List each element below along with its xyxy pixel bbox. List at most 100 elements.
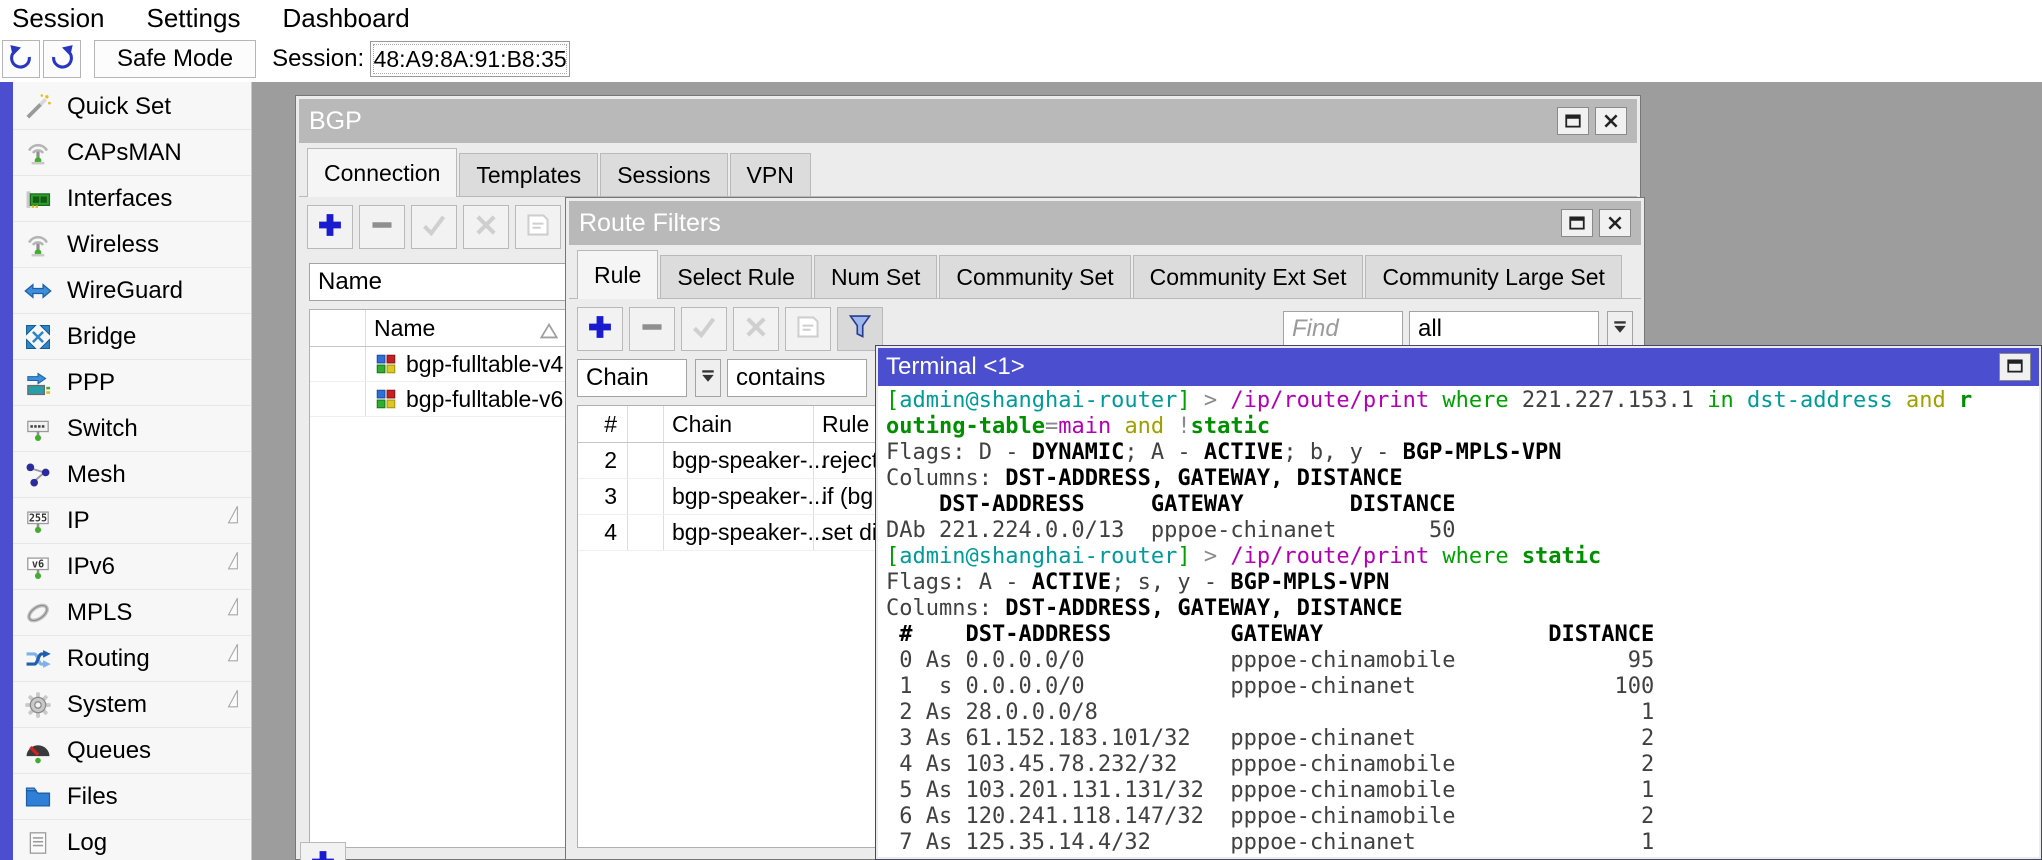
- route-filters-tab-rule[interactable]: Rule: [577, 250, 658, 299]
- bgp-titlebar[interactable]: BGP: [299, 99, 1637, 143]
- route-filters-tabstrip: RuleSelect RuleNum SetCommunity SetCommu…: [569, 245, 1641, 299]
- comment-icon: [523, 210, 553, 245]
- sidebar-item-bridge[interactable]: Bridge: [13, 314, 251, 360]
- add-button[interactable]: [307, 205, 353, 249]
- route-filters-tab-community-large-set[interactable]: Community Large Set: [1365, 255, 1621, 298]
- enable-button[interactable]: [681, 307, 727, 351]
- enable-button[interactable]: [411, 205, 457, 249]
- menu-dashboard[interactable]: Dashboard: [278, 3, 429, 34]
- svg-text:255: 255: [29, 513, 47, 524]
- row-flags-cell: [310, 382, 366, 416]
- sidebar-item-quick-set[interactable]: Quick Set: [13, 84, 251, 130]
- undo-button[interactable]: [2, 40, 40, 78]
- bgp-tab-templates[interactable]: Templates: [459, 153, 598, 196]
- remove-button[interactable]: [629, 307, 675, 351]
- switch-icon: [23, 414, 53, 444]
- bgp-maximize-button[interactable]: [1557, 107, 1589, 135]
- sidebar-item-ppp[interactable]: PPP: [13, 360, 251, 406]
- disable-button[interactable]: [463, 205, 509, 249]
- sidebar-item-ipv6[interactable]: v6IPv6: [13, 544, 251, 590]
- rule-chain-cell: bgp-speaker-...: [664, 479, 814, 514]
- comment-button[interactable]: [515, 205, 561, 249]
- bgp-tab-vpn[interactable]: VPN: [730, 153, 811, 196]
- wireguard-icon: [23, 276, 53, 306]
- rule-header-[interactable]: #: [578, 406, 628, 442]
- scope-dropdown[interactable]: all: [1409, 311, 1599, 347]
- sidebar-item-label: Interfaces: [67, 185, 172, 213]
- submenu-arrow-icon: [225, 549, 241, 571]
- menu-session[interactable]: Session: [8, 3, 125, 34]
- partial-add-button[interactable]: [300, 842, 346, 860]
- sidebar-item-mesh[interactable]: Mesh: [13, 452, 251, 498]
- sidebar-item-label: Quick Set: [67, 93, 171, 121]
- route-filters-titlebar[interactable]: Route Filters: [569, 201, 1641, 245]
- rule-header-chain[interactable]: Chain: [664, 406, 814, 442]
- route-filters-tab-community-ext-set[interactable]: Community Ext Set: [1133, 255, 1364, 298]
- minus-icon: [367, 210, 397, 245]
- sidebar-item-interfaces[interactable]: Interfaces: [13, 176, 251, 222]
- bgp-connection-name: bgp-fulltable-v4: [406, 351, 563, 378]
- filter-column-dropdown[interactable]: Chain: [577, 359, 687, 397]
- find-input[interactable]: Find: [1283, 311, 1403, 347]
- sidebar-item-label: Bridge: [67, 323, 136, 351]
- comment-button[interactable]: [785, 307, 831, 351]
- menu-settings[interactable]: Settings: [143, 3, 261, 34]
- route-filters-tab-num-set[interactable]: Num Set: [814, 255, 937, 298]
- close-icon: [1606, 209, 1624, 238]
- svg-text:v6: v6: [32, 559, 44, 570]
- route-filters-close-button[interactable]: [1599, 209, 1631, 237]
- rule-header-icon[interactable]: [628, 406, 664, 442]
- gear-icon: [23, 690, 53, 720]
- disable-button[interactable]: [733, 307, 779, 351]
- route-filters-tab-community-set[interactable]: Community Set: [939, 255, 1130, 298]
- plus-icon: [585, 312, 615, 347]
- route-filters-tab-select-rule[interactable]: Select Rule: [660, 255, 812, 298]
- sidebar-item-switch[interactable]: Switch: [13, 406, 251, 452]
- check-icon: [419, 210, 449, 245]
- bgp-tabstrip: ConnectionTemplatesSessionsVPN: [299, 143, 1637, 197]
- scope-dropdown-arrow[interactable]: [1607, 311, 1633, 347]
- filter-operator-dropdown[interactable]: contains: [727, 359, 867, 397]
- sidebar-item-mpls[interactable]: MPLS: [13, 590, 251, 636]
- route-filters-maximize-button[interactable]: [1561, 209, 1593, 237]
- sidebar-item-files[interactable]: Files: [13, 774, 251, 820]
- sidebar-item-label: MPLS: [67, 599, 132, 627]
- bgp-close-button[interactable]: [1595, 107, 1627, 135]
- bgp-tab-sessions[interactable]: Sessions: [600, 153, 727, 196]
- redo-button[interactable]: [43, 40, 81, 78]
- ppp-icon: [23, 368, 53, 398]
- gauge-icon: [23, 736, 53, 766]
- filter-column-dropdown-arrow[interactable]: [695, 359, 721, 397]
- find-placeholder: Find: [1292, 315, 1339, 343]
- terminal-console[interactable]: [admin@shanghai-router] > /ip/route/prin…: [878, 386, 2039, 857]
- bgp-connection-icon: [374, 352, 398, 376]
- sidebar-item-label: Wireless: [67, 231, 159, 259]
- redo-icon: [49, 44, 75, 75]
- bgp-tab-connection[interactable]: Connection: [307, 148, 457, 197]
- sidebar-item-ip[interactable]: 255 IP: [13, 498, 251, 544]
- session-id-field[interactable]: 48:A9:8A:91:B8:35: [370, 41, 570, 77]
- folder-icon: [23, 782, 53, 812]
- route-filters-window-title: Route Filters: [579, 209, 721, 238]
- bgp-window-title: BGP: [309, 107, 362, 136]
- sidebar-item-capsman[interactable]: CAPsMAN: [13, 130, 251, 176]
- sidebar-item-wireless[interactable]: Wireless: [13, 222, 251, 268]
- terminal-titlebar[interactable]: Terminal <1>: [878, 348, 2039, 386]
- bgp-header-blank[interactable]: [310, 310, 366, 346]
- add-button[interactable]: [577, 307, 623, 351]
- sidebar-item-log[interactable]: Log: [13, 820, 251, 860]
- safe-mode-button[interactable]: Safe Mode: [94, 40, 256, 78]
- bgp-connection-name: bgp-fulltable-v6: [406, 386, 563, 413]
- terminal-maximize-button[interactable]: [1999, 353, 2031, 381]
- sidebar-item-wireguard[interactable]: WireGuard: [13, 268, 251, 314]
- routing-arrows-icon: [23, 644, 53, 674]
- sort-ascending-icon[interactable]: [540, 319, 558, 346]
- sidebar-item-label: IP: [67, 507, 90, 535]
- sidebar-item-queues[interactable]: Queues: [13, 728, 251, 774]
- antenna-icon: [23, 138, 53, 168]
- remove-button[interactable]: [359, 205, 405, 249]
- plus-icon: [308, 847, 338, 860]
- dropdown-arrow-icon: [1612, 319, 1628, 340]
- sidebar-item-routing[interactable]: Routing: [13, 636, 251, 682]
- sidebar-item-system[interactable]: System: [13, 682, 251, 728]
